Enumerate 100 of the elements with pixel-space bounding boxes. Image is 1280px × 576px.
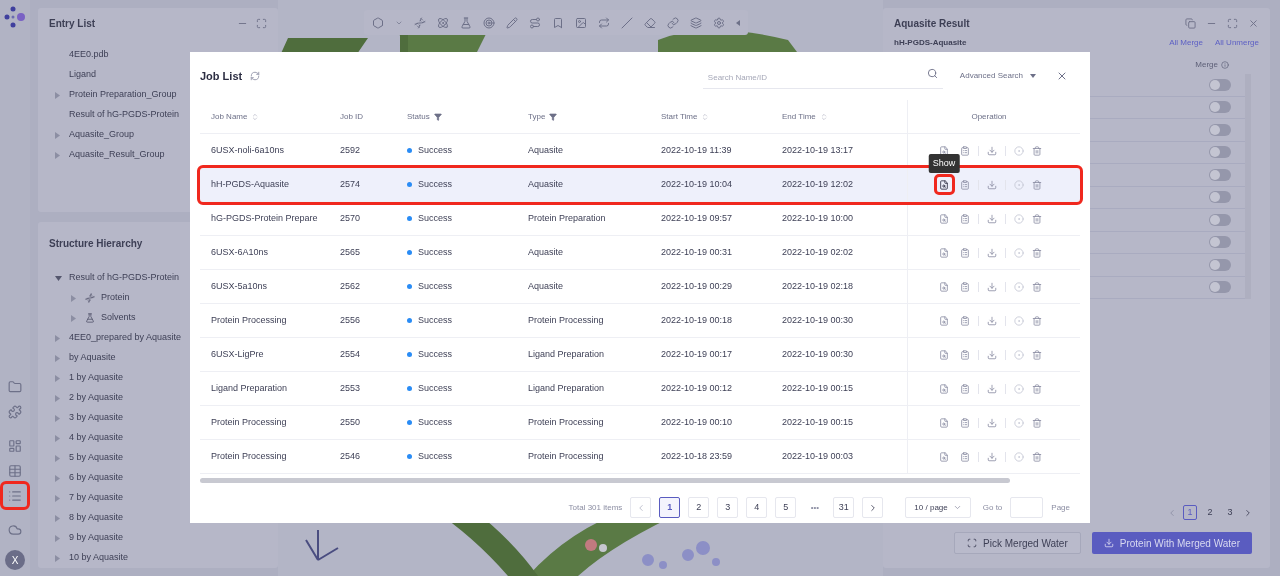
route-icon[interactable]: [529, 16, 541, 29]
collapse-icon[interactable]: [736, 19, 740, 26]
tree-item[interactable]: 2 by Aquasite: [69, 391, 124, 405]
report-icon[interactable]: [959, 247, 970, 258]
helix-icon[interactable]: [414, 16, 426, 29]
download-icon[interactable]: [986, 417, 997, 428]
previous-page-button[interactable]: [630, 497, 652, 518]
entry-item[interactable]: Ligand: [69, 68, 97, 82]
report-icon[interactable]: [959, 417, 970, 428]
trash-icon[interactable]: [1031, 145, 1042, 156]
merge-toggle[interactable]: [1209, 101, 1231, 114]
trash-icon[interactable]: [1031, 417, 1042, 428]
page-size-select[interactable]: 10 / page: [905, 497, 971, 518]
tree-item[interactable]: by Aquasite: [69, 351, 116, 365]
image-icon[interactable]: [575, 16, 587, 29]
job-row[interactable]: Ligand Preparation 2553 Success Ligand Preparation 2022-10-19 00:12 2022-10-19 00:15: [200, 372, 1080, 406]
logo-icon[interactable]: [4, 6, 26, 28]
avatar[interactable]: X: [5, 550, 25, 570]
target-icon[interactable]: [1013, 179, 1024, 190]
tree-item[interactable]: 8 by Aquasite: [69, 511, 124, 525]
search-field[interactable]: Search Name/ID: [702, 67, 943, 89]
layers-icon[interactable]: [690, 16, 702, 29]
trash-icon[interactable]: [1031, 315, 1042, 326]
maximize-icon[interactable]: [256, 17, 267, 29]
caret-right-icon[interactable]: [55, 151, 60, 159]
sort-icon[interactable]: [251, 112, 260, 121]
trash-icon[interactable]: [1031, 213, 1042, 224]
download-icon[interactable]: [986, 451, 997, 462]
tree-item[interactable]: 4EE0_prepared by Aquasite: [69, 331, 182, 345]
page-button[interactable]: 2: [688, 497, 710, 518]
merge-toggle[interactable]: [1209, 78, 1231, 91]
report-icon[interactable]: [959, 383, 970, 394]
download-icon[interactable]: [986, 281, 997, 292]
target-icon[interactable]: [1013, 247, 1024, 258]
merge-toggle[interactable]: [1209, 213, 1231, 226]
entry-item[interactable]: Protein Preparation_Group: [69, 88, 177, 102]
page-button[interactable]: 31: [833, 497, 855, 518]
merge-toggle[interactable]: [1209, 146, 1231, 159]
hexagon-icon[interactable]: [372, 16, 384, 29]
tree-item[interactable]: 10 by Aquasite: [69, 551, 129, 565]
caret-right-icon[interactable]: [55, 131, 60, 139]
flask-icon[interactable]: [460, 16, 472, 29]
download-icon[interactable]: [986, 315, 997, 326]
merge-toggle[interactable]: [1209, 281, 1231, 294]
close-icon[interactable]: [1248, 17, 1259, 29]
caret-right-icon[interactable]: [55, 514, 60, 522]
job-row[interactable]: Protein Processing 2556 Success Protein Processing 2022-10-19 00:18 2022-10-19 00:30: [200, 304, 1080, 338]
tree-item[interactable]: Protein: [101, 291, 130, 305]
entry-item[interactable]: Result of hG-PGDS-Protein: [69, 108, 180, 122]
horizontal-scrollbar[interactable]: [200, 478, 1010, 483]
settings-icon[interactable]: [713, 16, 725, 29]
tree-item[interactable]: 5 by Aquasite: [69, 451, 124, 465]
report-icon[interactable]: [959, 145, 970, 156]
job-row[interactable]: Protein Processing 2546 Success Protein Processing 2022-10-18 23:59 2022-10-19 00:03: [200, 440, 1080, 474]
caret-right-icon[interactable]: [55, 434, 60, 442]
report-icon[interactable]: [959, 281, 970, 292]
entry-item[interactable]: Aquasite_Group: [69, 128, 135, 142]
trash-icon[interactable]: [1031, 451, 1042, 462]
caret-right-icon[interactable]: [55, 474, 60, 482]
report-icon[interactable]: [959, 349, 970, 360]
merge-toggle[interactable]: [1209, 258, 1231, 271]
download-icon[interactable]: [986, 349, 997, 360]
report-icon[interactable]: [959, 213, 970, 224]
copy-icon[interactable]: [1185, 17, 1196, 29]
merge-link[interactable]: All Unmerge: [1215, 37, 1259, 49]
eraser-icon[interactable]: [644, 16, 656, 29]
info-icon[interactable]: [1221, 61, 1229, 69]
trash-icon[interactable]: [1031, 383, 1042, 394]
filter-icon[interactable]: [549, 112, 558, 121]
refresh-icon[interactable]: [250, 71, 261, 81]
trash-icon[interactable]: [1031, 349, 1042, 360]
tree-item[interactable]: 1 by Aquasite: [69, 371, 124, 385]
target-icon[interactable]: [1013, 383, 1024, 394]
next-page-button[interactable]: [862, 497, 884, 518]
pencil-icon[interactable]: [506, 16, 518, 29]
job-row[interactable]: 6USX-LigPre 2554 Success Ligand Preparation 2022-10-19 00:17 2022-10-19 00:30: [200, 338, 1080, 372]
target-icon[interactable]: [1013, 451, 1024, 462]
tree-item[interactable]: Solvents: [101, 311, 136, 325]
download-icon[interactable]: [986, 145, 997, 156]
caret-right-icon[interactable]: [55, 534, 60, 542]
bookmark-icon[interactable]: [552, 16, 564, 29]
target-icon[interactable]: [1013, 213, 1024, 224]
sort-icon[interactable]: [701, 112, 710, 121]
pick-button[interactable]: Pick Merged Water: [954, 532, 1081, 554]
caret-right-icon[interactable]: [71, 314, 76, 322]
entry-item[interactable]: 4EE0.pdb: [69, 48, 109, 62]
tree-item[interactable]: 3 by Aquasite: [69, 411, 124, 425]
report-icon[interactable]: [959, 315, 970, 326]
caret-right-icon[interactable]: [55, 91, 60, 99]
tree-item[interactable]: 4 by Aquasite: [69, 431, 124, 445]
target-icon[interactable]: [1013, 145, 1024, 156]
link-icon[interactable]: [667, 16, 679, 29]
job-row[interactable]: Protein Processing 2550 Success Protein Processing 2022-10-19 00:10 2022-10-19 00:15: [200, 406, 1080, 440]
tree-item[interactable]: Result of hG-PGDS-Protein: [69, 271, 180, 285]
download-icon[interactable]: [986, 247, 997, 258]
caret-right-icon[interactable]: [55, 354, 60, 362]
trash-icon[interactable]: [1031, 179, 1042, 190]
caret-down-icon[interactable]: [55, 275, 62, 281]
page-button[interactable]: 4: [746, 497, 768, 518]
swap-icon[interactable]: [598, 16, 610, 29]
